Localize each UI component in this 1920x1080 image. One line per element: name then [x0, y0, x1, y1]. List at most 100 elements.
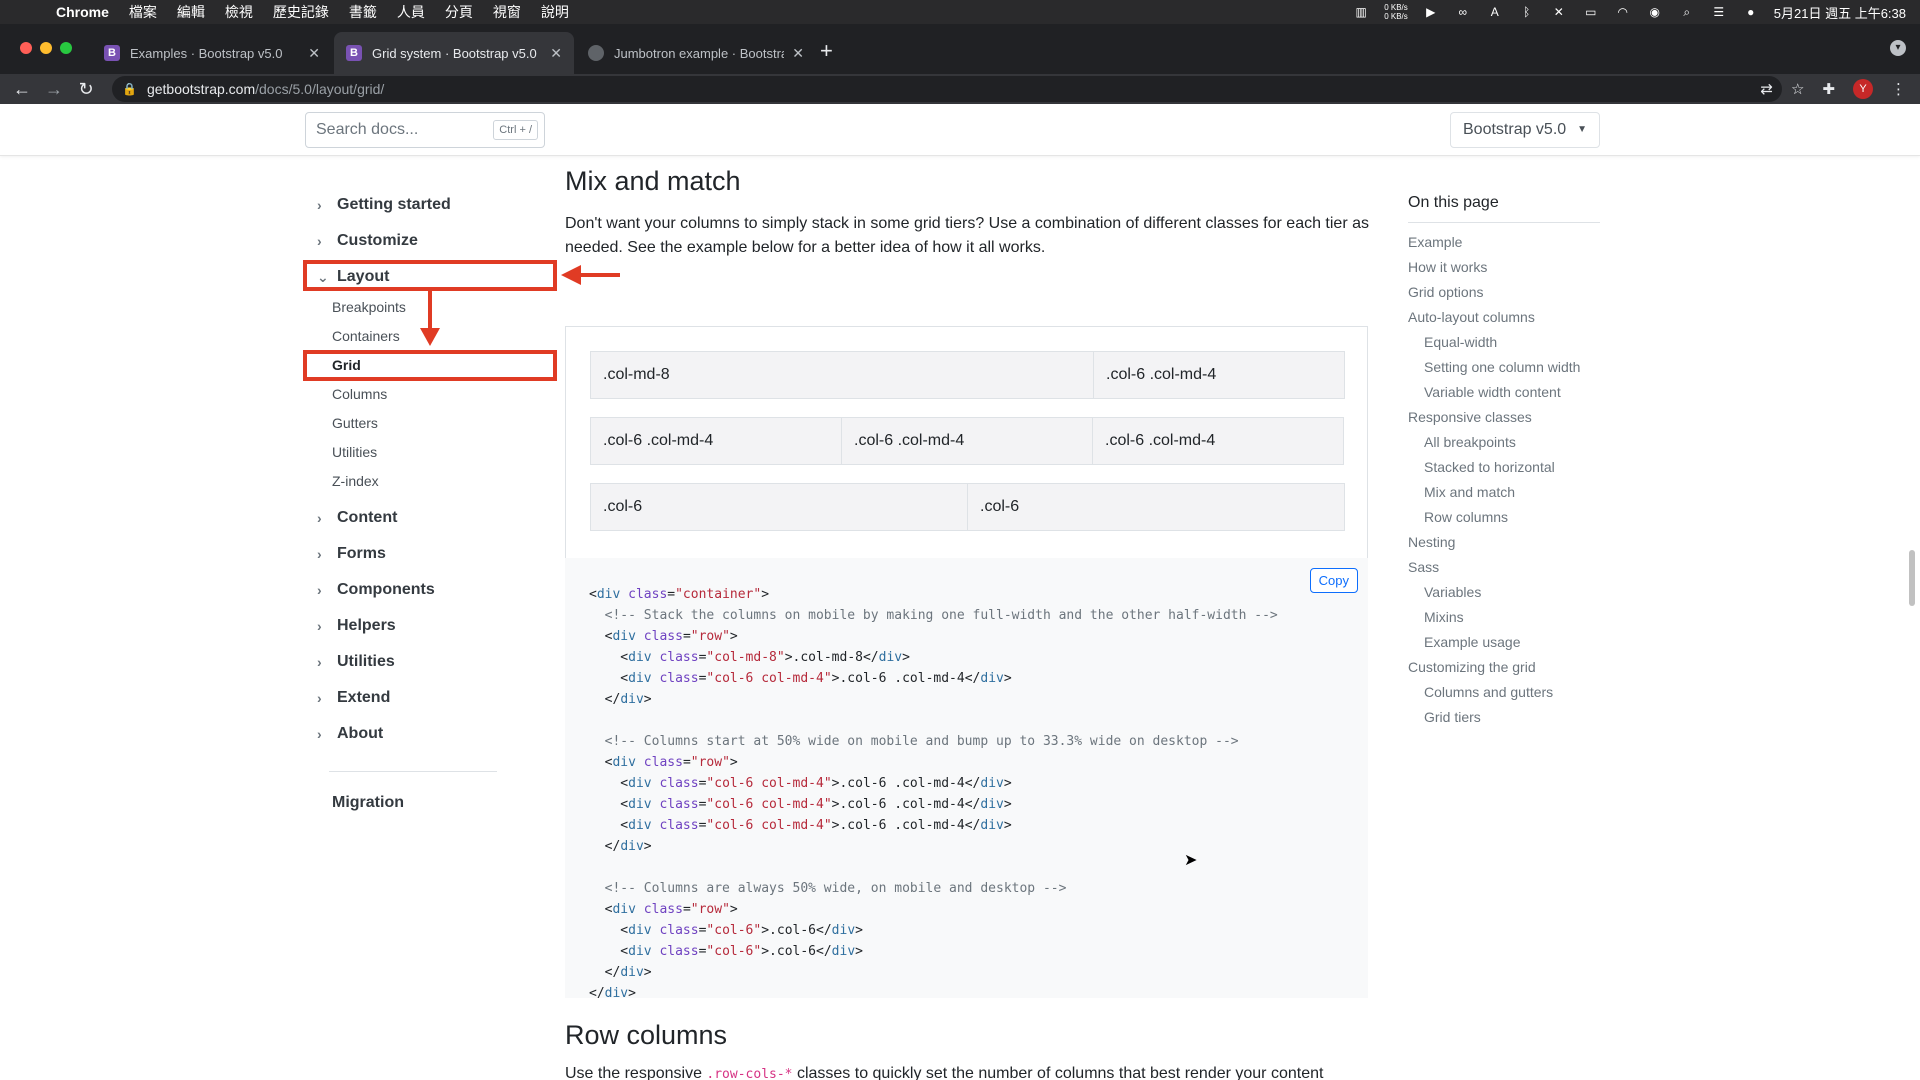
caret-down-icon: ▼ — [1577, 124, 1587, 135]
tab-examples[interactable]: B Examples · Bootstrap v5.0 ✕ — [92, 32, 332, 74]
mute-icon[interactable]: ✕ — [1550, 5, 1568, 19]
chevron-right-icon: › — [317, 618, 322, 634]
bluetooth-icon[interactable]: ᛒ — [1518, 5, 1536, 19]
more-menu-icon[interactable]: ⋮ — [1891, 80, 1906, 98]
wifi-icon[interactable]: ◠ — [1614, 5, 1632, 19]
toc-link[interactable]: Sass — [1408, 559, 1439, 575]
translate-icon[interactable]: ⇄ — [1760, 80, 1773, 98]
toc-link[interactable]: Example usage — [1424, 634, 1521, 650]
toc-link[interactable]: Grid options — [1408, 284, 1483, 300]
extensions-icon[interactable]: ✚ — [1822, 80, 1835, 98]
control-center-icon[interactable]: ☰ — [1710, 5, 1728, 19]
sidebar-divider — [329, 771, 497, 772]
page-scrollbar[interactable] — [1909, 550, 1915, 606]
sidebar-link-utilities[interactable]: Utilities — [332, 444, 377, 460]
search-input[interactable]: Search docs... Ctrl + / — [305, 112, 545, 148]
sidebar-components[interactable]: › Components — [317, 581, 435, 599]
sidebar-utilities[interactable]: › Utilities — [317, 653, 395, 671]
toc-link[interactable]: Responsive classes — [1408, 409, 1532, 425]
toc-link[interactable]: Row columns — [1424, 509, 1508, 525]
search-shortcut: Ctrl + / — [493, 120, 538, 140]
grid-cell: .col-6 .col-md-4 — [841, 417, 1093, 465]
grid-cell: .col-6 .col-md-4 — [1092, 417, 1344, 465]
reload-icon[interactable]: ↻ — [70, 79, 102, 100]
sidebar-link-gutters[interactable]: Gutters — [332, 415, 378, 431]
copy-button[interactable]: Copy — [1309, 568, 1358, 593]
sidebar-link-containers[interactable]: Containers — [332, 328, 400, 344]
back-icon[interactable]: ← — [6, 79, 38, 100]
toc-link[interactable]: Columns and gutters — [1424, 684, 1553, 700]
sidebar-helpers[interactable]: › Helpers — [317, 617, 396, 635]
toc-link[interactable]: Auto-layout columns — [1408, 309, 1535, 325]
grid-cell: .col-md-8 — [590, 351, 1094, 399]
toc-link[interactable]: Nesting — [1408, 534, 1455, 550]
minimize-window-button[interactable] — [40, 42, 52, 54]
tab-search-icon[interactable]: ▾ — [1890, 40, 1906, 56]
sidebar-migration[interactable]: Migration — [332, 794, 404, 812]
toc-link[interactable]: Variable width content — [1424, 384, 1561, 400]
toc-link[interactable]: How it works — [1408, 259, 1487, 275]
tab-jumbotron[interactable]: Jumbotron example · Bootstrap v5.0 ✕ — [576, 32, 816, 74]
grid-example-row: .col-md-8 .col-6 .col-md-4 — [590, 351, 1345, 399]
address-bar[interactable]: 🔒 getbootstrap.com/docs/5.0/layout/grid/ — [112, 76, 1782, 102]
docs-header: Search docs... Ctrl + / Bootstrap v5.0 ▼ — [0, 104, 1920, 156]
forward-icon[interactable]: → — [38, 79, 70, 100]
menu-edit[interactable]: 編輯 — [167, 2, 215, 22]
toc-link[interactable]: Grid tiers — [1424, 709, 1481, 725]
sidebar-link-z-index[interactable]: Z-index — [332, 473, 379, 489]
search-icon[interactable]: ⌕ — [1678, 5, 1696, 19]
toc-link[interactable]: Equal-width — [1424, 334, 1497, 350]
menu-history[interactable]: 歷史記錄 — [263, 2, 339, 22]
close-icon[interactable]: ✕ — [308, 45, 320, 62]
code-block[interactable]: <div class="container"> <!-- Stack the c… — [589, 584, 1278, 1004]
sidebar-forms[interactable]: › Forms — [317, 545, 386, 563]
toc-divider — [1408, 222, 1600, 223]
lock-icon[interactable]: 🔒 — [122, 82, 137, 96]
sidebar-about[interactable]: › About — [317, 725, 383, 743]
sidebar-customize[interactable]: › Customize — [317, 232, 418, 250]
memory-icon[interactable]: ▥ — [1352, 5, 1370, 19]
input-method-icon[interactable]: A — [1486, 5, 1504, 19]
user-icon[interactable]: ◉ — [1646, 5, 1664, 19]
globe-icon — [588, 45, 604, 61]
close-icon[interactable]: ✕ — [550, 45, 562, 62]
menu-help[interactable]: 說明 — [531, 2, 579, 22]
clock[interactable]: 5月21日 週五 上午6:38 — [1774, 3, 1906, 22]
menu-tab[interactable]: 分頁 — [435, 2, 483, 22]
toc-link[interactable]: All breakpoints — [1424, 434, 1516, 450]
bookmark-star-icon[interactable]: ☆ — [1791, 80, 1804, 98]
menu-window[interactable]: 視窗 — [483, 2, 531, 22]
menu-app-chrome[interactable]: Chrome — [40, 4, 119, 20]
toc-link[interactable]: Mixins — [1424, 609, 1464, 625]
zoom-window-button[interactable] — [60, 42, 72, 54]
bootstrap-icon: B — [346, 45, 362, 61]
glasses-icon[interactable]: ∞ — [1454, 5, 1472, 19]
close-icon[interactable]: ✕ — [792, 45, 804, 62]
siri-icon[interactable]: ● — [1742, 5, 1760, 19]
version-dropdown[interactable]: Bootstrap v5.0 ▼ — [1450, 112, 1600, 148]
toc-link[interactable]: Customizing the grid — [1408, 659, 1536, 675]
play-icon[interactable]: ▶ — [1422, 5, 1440, 19]
close-window-button[interactable] — [20, 42, 32, 54]
mouse-cursor-icon: ➤ — [1184, 852, 1198, 869]
toc-link[interactable]: Variables — [1424, 584, 1481, 600]
sidebar-link-breakpoints[interactable]: Breakpoints — [332, 299, 406, 315]
toc-link[interactable]: Example — [1408, 234, 1462, 250]
sidebar-link-columns[interactable]: Columns — [332, 386, 387, 402]
toc-link[interactable]: Mix and match — [1424, 484, 1515, 500]
menu-file[interactable]: 檔案 — [119, 2, 167, 22]
sidebar-content[interactable]: › Content — [317, 509, 397, 527]
menu-people[interactable]: 人員 — [387, 2, 435, 22]
toc-link[interactable]: Stacked to horizontal — [1424, 459, 1555, 475]
sidebar-extend[interactable]: › Extend — [317, 689, 390, 707]
code-snippet: Copy <div class="container"> <!-- Stack … — [565, 558, 1368, 1001]
menu-view[interactable]: 檢視 — [215, 2, 263, 22]
menu-bookmarks[interactable]: 書籤 — [339, 2, 387, 22]
profile-avatar[interactable]: Y — [1853, 79, 1873, 99]
annotation-arrow-left-line — [575, 273, 620, 277]
battery-icon[interactable]: ▭ — [1582, 5, 1600, 19]
sidebar-getting-started[interactable]: › Getting started — [317, 196, 451, 214]
new-tab-button[interactable]: + — [820, 38, 833, 64]
toc-link[interactable]: Setting one column width — [1424, 359, 1580, 375]
tab-grid-system[interactable]: B Grid system · Bootstrap v5.0 ✕ — [334, 32, 574, 74]
